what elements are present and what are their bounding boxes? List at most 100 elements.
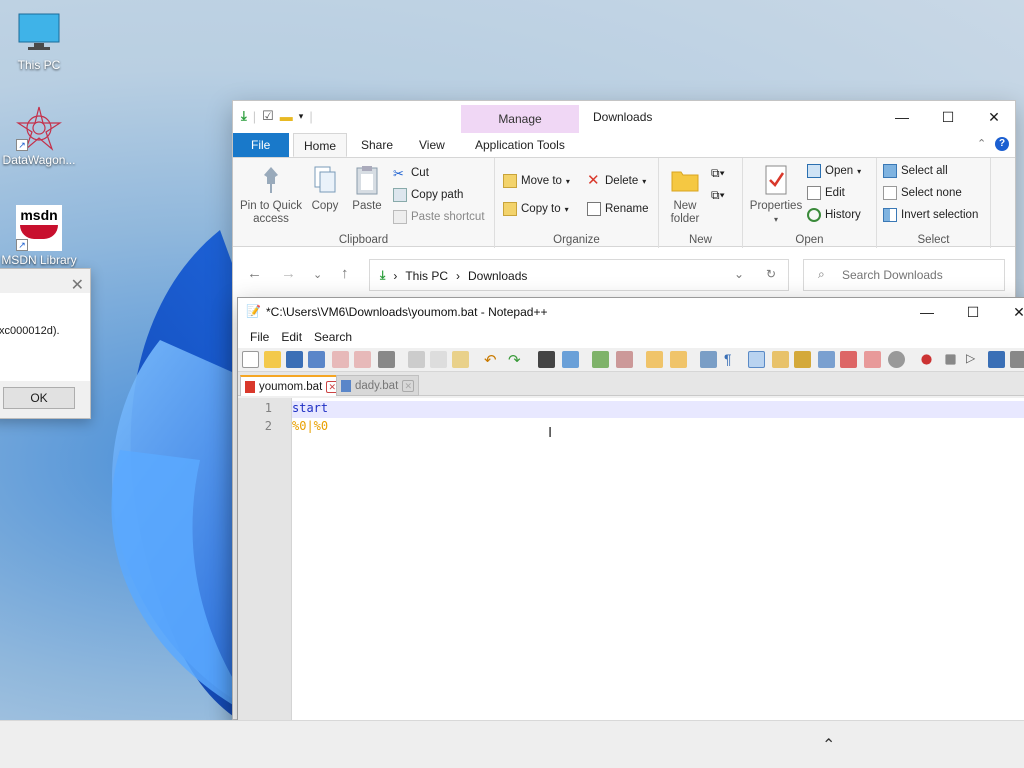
stop-macro-icon[interactable] [945,354,956,365]
tab-dady-bat[interactable]: dady.bat ✕ [336,375,420,396]
show-hidden-icons-icon[interactable]: ⌃ [822,735,835,755]
refresh-icon[interactable]: ↻ [766,267,776,281]
function-list-icon[interactable] [794,351,811,368]
eye-icon[interactable] [888,351,905,368]
properties-qat-icon[interactable]: ☑ [262,108,274,124]
forward-arrow-icon[interactable]: → [281,265,296,282]
tab-home[interactable]: Home [293,133,348,157]
folder-as-workspace-icon[interactable] [864,351,881,368]
sync-horizontal-icon[interactable] [670,351,687,368]
tab-view[interactable]: View [409,133,455,157]
copy-path-button[interactable]: Copy path [393,188,463,202]
explorer-titlebar: ⤓ | ☑ ▬ ▾ | Manage Downloads — ☐ ✕ [233,101,1015,133]
recent-locations-icon[interactable]: ⌄ [313,268,322,281]
back-arrow-icon[interactable]: ← [247,265,262,282]
sync-vertical-icon[interactable] [646,351,663,368]
search-box[interactable]: ⌕ [803,259,1005,291]
editor[interactable]: 1 2 start %0|%0 [238,398,1024,726]
tab-youmom-bat[interactable]: youmom.bat ✕ [240,375,344,396]
tab-manage[interactable]: Manage [461,105,579,133]
cut-icon[interactable] [408,351,425,368]
tab-application-tools[interactable]: Application Tools [465,133,575,157]
replace-icon[interactable] [562,351,579,368]
close-file-icon[interactable] [332,351,349,368]
indent-guide-icon[interactable] [748,351,765,368]
breadcrumb-downloads[interactable]: Downloads [468,269,527,283]
invert-selection-button[interactable]: Invert selection [883,208,978,222]
cut-button[interactable]: ✂ Cut [393,166,429,181]
maximize-button[interactable]: ☐ [950,296,996,328]
select-all-button[interactable]: Select all [883,164,948,178]
run-macro-multiple-icon[interactable] [988,351,1005,368]
paste-button[interactable]: Paste [349,164,385,213]
menu-search[interactable]: Search [308,326,358,348]
new-folder-qat-icon[interactable]: ▬ [280,109,293,124]
easy-access-icon[interactable]: ⧉▾ [711,188,725,203]
open-button[interactable]: Open ▾ [807,164,861,178]
address-dropdown-icon[interactable]: ⌄ [734,267,744,281]
paste-shortcut-button[interactable]: Paste shortcut [393,210,485,224]
properties-button[interactable]: Properties ▾ [749,164,803,226]
redo-icon[interactable]: ↷ [508,351,525,369]
code-line[interactable]: %0|%0 [292,419,1024,436]
ok-button[interactable]: OK [3,387,75,409]
rename-button[interactable]: Rename [587,202,648,216]
select-none-button[interactable]: Select none [883,186,962,200]
record-macro-icon[interactable] [921,354,932,365]
close-button[interactable]: ✕ [971,101,1017,133]
edit-button[interactable]: Edit [807,186,845,200]
paste-icon[interactable] [452,351,469,368]
help-icon[interactable]: ? [995,137,1009,151]
pin-to-quick-access-button[interactable]: Pin to Quick access [239,164,303,226]
zoom-out-icon[interactable] [616,351,633,368]
new-file-icon[interactable] [242,351,259,368]
maximize-button[interactable]: ☐ [925,101,971,133]
tab-file[interactable]: File [233,133,289,157]
qat-dropdown-icon[interactable]: ▾ [299,111,304,122]
zoom-in-icon[interactable] [592,351,609,368]
up-arrow-icon[interactable]: ↑ [341,265,349,282]
delete-button[interactable]: ✕ Delete ▾ [587,173,646,188]
desktop-icon-this-pc[interactable]: This PC [0,10,78,72]
open-file-icon[interactable] [264,351,281,368]
code-line[interactable]: start [292,401,1024,418]
download-arrow-icon: ⤓ [241,108,247,123]
breadcrumb-this-pc[interactable]: This PC [405,269,448,283]
address-bar[interactable]: ⤓ › This PC › Downloads ⌄ ↻ [369,259,789,291]
copy-icon[interactable] [430,351,447,368]
desktop-icon-datawagon[interactable]: ↗ DataWagon... [0,105,78,167]
minimize-button[interactable]: — [879,101,925,133]
menu-file[interactable]: File [244,326,275,348]
minimize-button[interactable]: — [904,296,950,328]
collapse-ribbon-icon[interactable]: ⌃ [977,137,986,150]
save-macro-icon[interactable] [1010,351,1024,368]
close-button[interactable]: ✕ [996,296,1024,328]
close-icon[interactable]: ✕ [71,275,84,295]
menu-edit[interactable]: Edit [275,326,308,348]
history-button[interactable]: History [807,208,861,222]
save-all-icon[interactable] [308,351,325,368]
folder-workspace-icon[interactable] [818,351,835,368]
close-tab-icon[interactable]: ✕ [402,379,415,392]
show-all-chars-icon[interactable]: ¶ [724,351,741,368]
history-icon [807,208,821,222]
find-icon[interactable] [538,351,555,368]
move-to-button[interactable]: Move to ▾ [503,174,570,188]
tab-share[interactable]: Share [351,133,403,157]
search-input[interactable] [842,268,992,282]
doc-map-icon[interactable] [772,351,789,368]
print-icon[interactable] [378,351,395,368]
new-item-icon[interactable]: ⧉▾ [711,166,725,181]
desktop-icon-msdn-library[interactable]: msdn ↗ MSDN Library [0,205,78,267]
close-all-icon[interactable] [354,351,371,368]
monitoring-icon[interactable] [840,351,857,368]
group-organize: Move to ▾ Copy to ▾ ✕ Delete ▾ Rename Organ… [495,158,659,248]
play-macro-icon[interactable]: ▷ [966,351,983,368]
save-icon[interactable] [286,351,303,368]
new-folder-button[interactable]: New folder [665,164,705,226]
word-wrap-icon[interactable] [700,351,717,368]
undo-icon[interactable]: ↶ [484,351,501,369]
copy-to-button[interactable]: Copy to ▾ [503,202,569,216]
group-select: Select all Select none Invert selection … [877,158,991,248]
copy-button[interactable]: Copy [307,164,343,213]
